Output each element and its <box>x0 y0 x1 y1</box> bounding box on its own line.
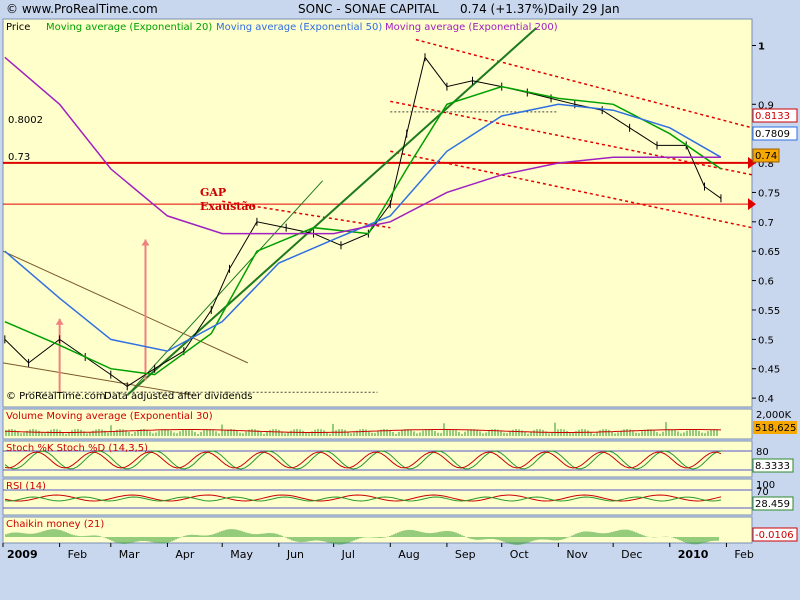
period-label: Daily <box>548 2 578 16</box>
chaikin-value: -0.0106 <box>755 530 794 541</box>
price-label: Price <box>6 22 30 33</box>
level-label-2: 0.73 <box>8 152 30 163</box>
y-tick-label: 0.6 <box>758 277 774 288</box>
x-tick-label: Mar <box>119 548 140 561</box>
stoch-label: Stoch %K Stoch %D (14,3,5) <box>6 443 148 454</box>
rsi-axis-mid: 70 <box>756 487 769 498</box>
rsi-value: 28.459 <box>755 499 790 510</box>
level-label-1: 0.8002 <box>8 115 43 126</box>
quote-change: 0.74 (+1.37%) <box>460 2 548 16</box>
y-tick-label: 0.65 <box>758 247 780 258</box>
footer-copyright: © ProRealTime.com <box>6 391 106 402</box>
y-tick-label: 0.45 <box>758 365 780 376</box>
x-tick-label: Nov <box>566 548 588 561</box>
y-tick-label: 0.4 <box>758 394 774 405</box>
y-tick-label: 0.75 <box>758 188 780 199</box>
price-chart: 10.90.80.750.70.650.60.550.50.450.42009 F… <box>2 2 798 561</box>
site-label: © www.ProRealTime.com <box>6 2 158 16</box>
stoch-axis-top: 80 <box>756 447 769 458</box>
gap-annotation: GAP <box>200 186 226 199</box>
tag-value-2: 0.7809 <box>755 129 790 140</box>
x-tick-label: Feb <box>734 548 753 561</box>
x-tick-label: Oct <box>510 548 530 561</box>
stoch-value: 8.3333 <box>755 461 790 472</box>
y-tick-label: 0.5 <box>758 335 774 346</box>
tag-value-3: 0.74 <box>755 151 777 162</box>
x-tick-label: Jul <box>341 548 355 561</box>
x-tick-label: May <box>230 548 253 561</box>
x-tick-label: 2009 <box>7 548 38 561</box>
x-tick-label: Jun <box>286 548 304 561</box>
rsi-label: RSI (14) <box>6 481 46 492</box>
ma20-legend: Moving average (Exponential 20) <box>46 22 212 33</box>
x-tick-label: 2010 <box>678 548 709 561</box>
y-tick-label: 0.55 <box>758 306 780 317</box>
instrument-name: SONC - SONAE CAPITAL <box>298 2 439 16</box>
y-tick-label: 0.7 <box>758 218 774 229</box>
volume-axis-top: 2,000K <box>756 410 792 421</box>
y-tick-label: 1 <box>758 42 765 53</box>
tag-value-1: 0.8133 <box>755 111 790 122</box>
date-label: 29 Jan <box>582 2 620 16</box>
x-tick-label: Sep <box>455 548 476 561</box>
footer-note: Data adjusted after dividends <box>104 391 253 402</box>
chaikin-panel <box>2 516 753 544</box>
volume-label: Volume Moving average (Exponential 30) <box>6 411 213 422</box>
ma200-legend: Moving average (Exponential 200) <box>385 22 558 33</box>
price-panel <box>2 18 753 408</box>
ma50-legend: Moving average (Exponential 50) <box>216 22 382 33</box>
x-tick-label: Feb <box>68 548 87 561</box>
x-tick-label: Apr <box>175 548 195 561</box>
x-tick-label: Dec <box>621 548 642 561</box>
volume-value: 518,625 <box>755 423 796 434</box>
chaikin-label: Chaikin money (21) <box>6 519 104 530</box>
exaustao-annotation: Exaustão <box>200 200 256 213</box>
x-tick-label: Aug <box>398 548 419 561</box>
